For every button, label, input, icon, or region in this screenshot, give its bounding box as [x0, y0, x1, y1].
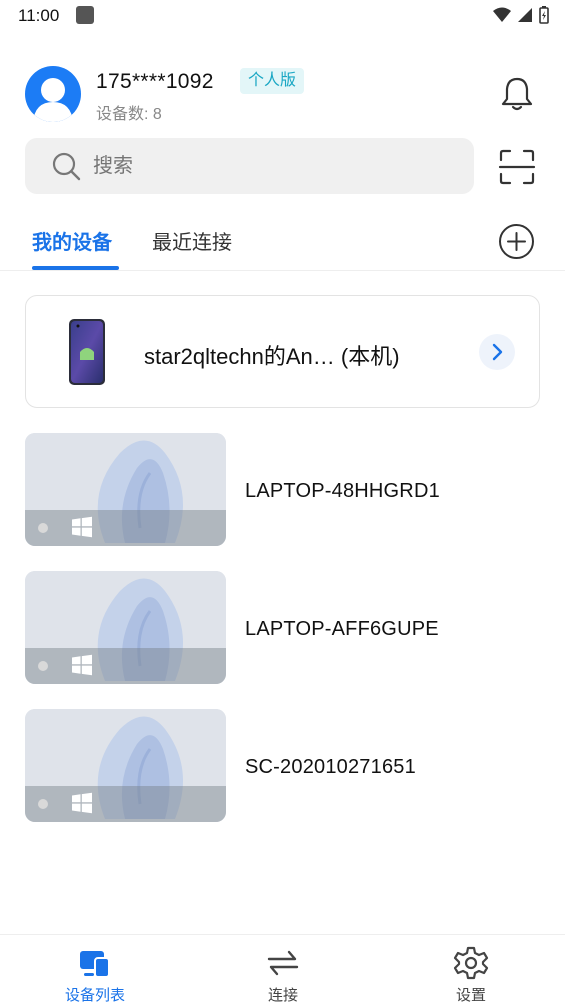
nav-settings-label: 设置	[455, 987, 486, 1004]
nav-device-list-label: 设备列表	[64, 987, 125, 1004]
device-count: 设备数: 8	[96, 106, 162, 123]
battery-icon	[539, 6, 549, 24]
notification-icon	[76, 6, 94, 24]
device-item[interactable]: LAPTOP-AFF6GUPE	[25, 571, 540, 684]
device-name: SC-202010271651	[245, 756, 416, 778]
device-name: LAPTOP-AFF6GUPE	[245, 618, 439, 640]
device-thumbnail	[25, 571, 226, 684]
user-avatar-icon	[33, 78, 73, 122]
device-status-bar	[25, 510, 226, 546]
tab-recent-connections[interactable]: 最近连接	[152, 226, 232, 255]
local-device-name: star2qltechn的An… (本机)	[144, 344, 400, 369]
scan-icon[interactable]	[498, 148, 536, 186]
bell-icon[interactable]	[497, 74, 537, 114]
local-device-open-button[interactable]	[479, 334, 515, 370]
chevron-right-icon	[492, 343, 503, 361]
swap-arrows-icon	[267, 950, 299, 976]
nav-settings[interactable]: 设置	[411, 935, 531, 1004]
android-phone-icon	[69, 319, 105, 385]
gear-icon	[453, 946, 489, 980]
wifi-icon	[493, 7, 511, 22]
offline-status-dot	[38, 523, 48, 533]
offline-status-dot	[38, 799, 48, 809]
edition-badge: 个人版	[240, 68, 305, 94]
status-icons	[493, 6, 549, 24]
windows-icon	[72, 516, 92, 538]
bottom-nav: 设备列表 连接 设置	[0, 934, 565, 1004]
avatar[interactable]	[25, 66, 81, 122]
device-thumbnail	[25, 433, 226, 546]
nav-connect[interactable]: 连接	[223, 935, 343, 1004]
offline-status-dot	[38, 661, 48, 671]
user-phone: 175****1092	[96, 70, 214, 93]
search-input[interactable]	[93, 138, 453, 194]
search-icon	[52, 152, 81, 181]
devices-icon	[80, 951, 110, 978]
device-item[interactable]: LAPTOP-48HHGRD1	[25, 433, 540, 546]
device-name: LAPTOP-48HHGRD1	[245, 480, 440, 502]
device-thumbnail	[25, 709, 226, 822]
local-device-card[interactable]: star2qltechn的An… (本机)	[25, 295, 540, 408]
search-box[interactable]	[25, 138, 474, 194]
status-time: 11:00	[18, 6, 60, 25]
windows-icon	[72, 792, 92, 814]
nav-connect-label: 连接	[267, 987, 298, 1004]
device-item[interactable]: SC-202010271651	[25, 709, 540, 822]
status-bar: 11:00	[0, 0, 565, 32]
tab-my-devices[interactable]: 我的设备	[32, 226, 112, 255]
tab-divider	[0, 270, 565, 271]
device-status-bar	[25, 786, 226, 822]
add-device-icon[interactable]	[498, 223, 535, 260]
device-status-bar	[25, 648, 226, 684]
signal-icon	[518, 8, 532, 22]
nav-device-list[interactable]: 设备列表	[35, 935, 155, 1004]
windows-icon	[72, 654, 92, 676]
